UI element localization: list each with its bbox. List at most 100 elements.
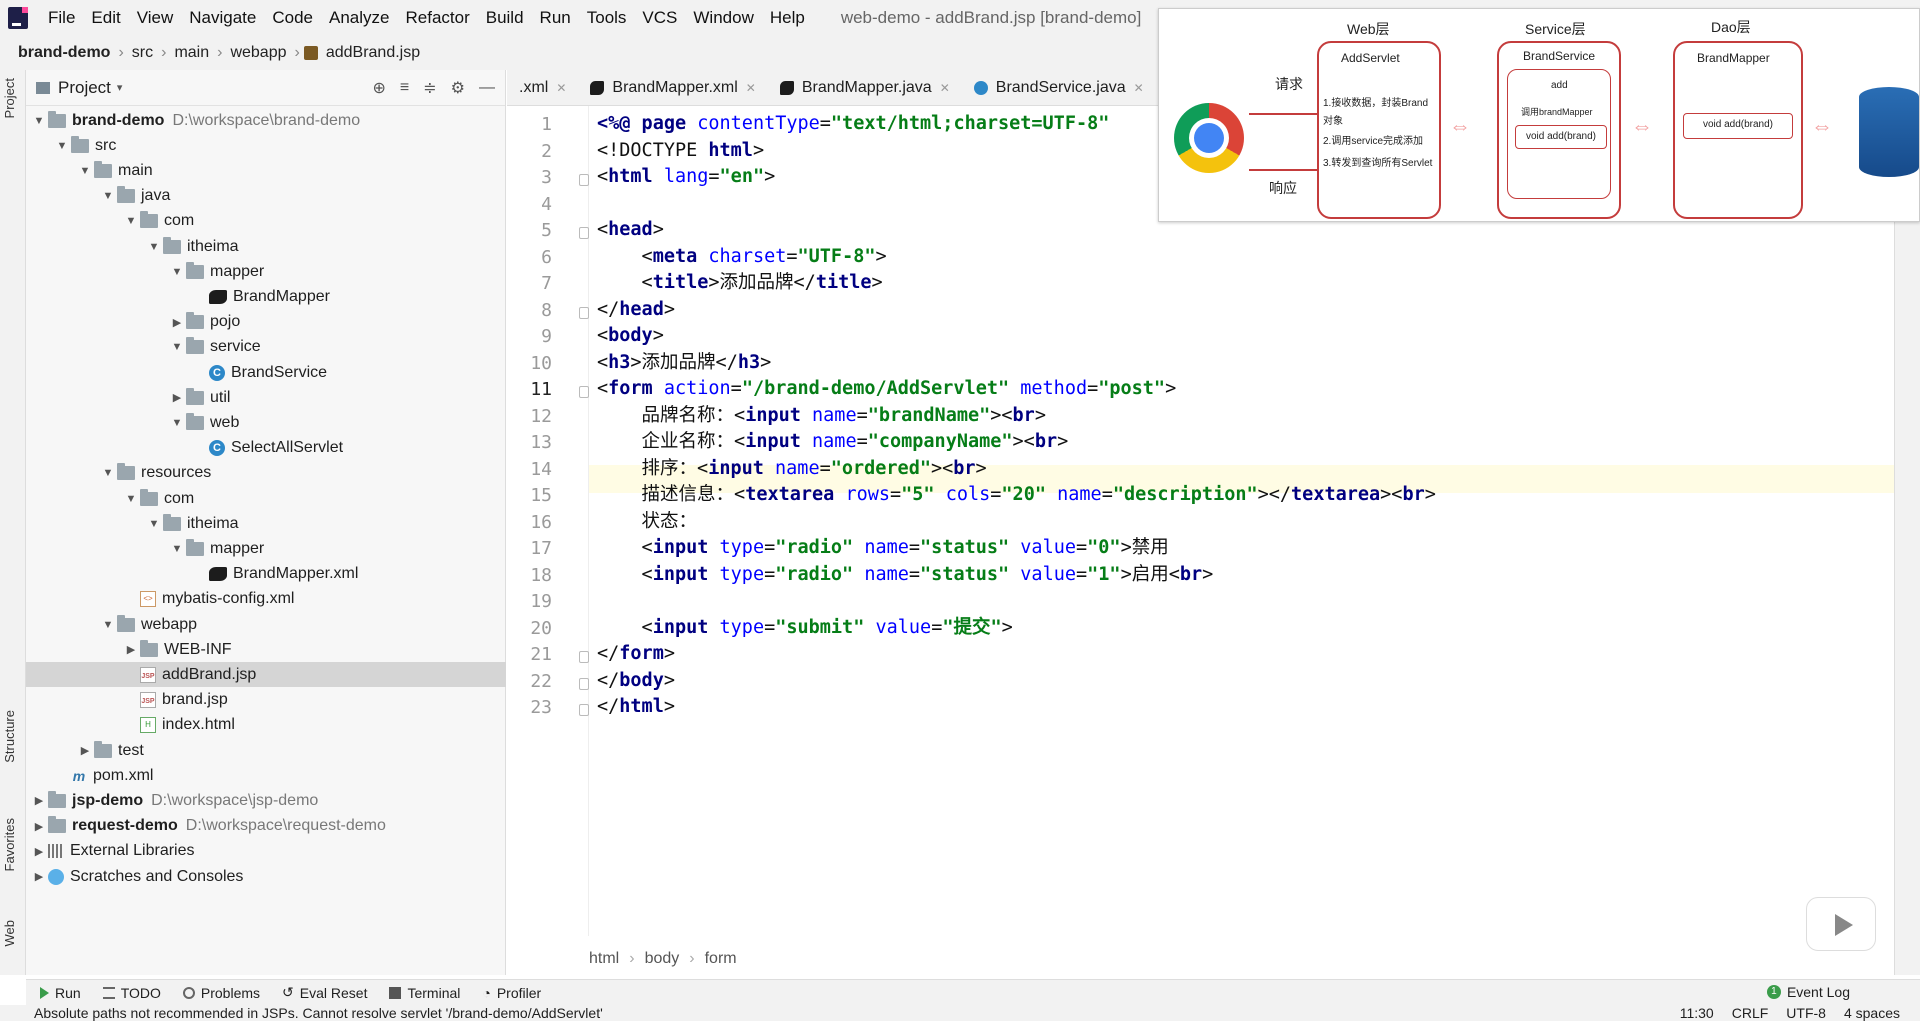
menu-run[interactable]: Run [532,8,579,28]
indent-setting[interactable]: 4 spaces [1844,1005,1900,1021]
tab-brandmapper-java[interactable]: BrandMapper.java ✕ [768,70,962,106]
tree-item[interactable]: C SelectAllServlet [26,436,506,461]
code-line[interactable]: </html> [597,693,675,721]
chevron-right-icon[interactable]: ▶ [30,820,48,833]
problems-tool-button[interactable]: Problems [182,985,260,1001]
code-line[interactable]: 状态： [597,508,698,536]
project-panel-title[interactable]: Project [58,78,111,98]
chevron-right-icon[interactable]: ▶ [76,744,94,757]
tree-item[interactable]: ▼ com [26,486,506,511]
fold-icon[interactable] [579,651,589,663]
menu-help[interactable]: Help [762,8,813,28]
chevron-down-icon[interactable]: ▼ [99,190,117,202]
code-crumb-html[interactable]: html [589,950,619,968]
tree-item[interactable]: <> mybatis-config.xml [26,587,506,612]
play-video-button[interactable] [1806,897,1876,951]
code-line[interactable]: <body> [597,322,664,350]
tree-item[interactable]: ▶ util [26,385,506,410]
chevron-down-icon[interactable]: ▼ [145,518,163,530]
code-crumb-form[interactable]: form [705,950,737,968]
chevron-down-icon[interactable]: ▼ [145,241,163,253]
tree-item[interactable]: m pom.xml [26,763,506,788]
fold-icon[interactable] [579,174,589,186]
code-crumb-body[interactable]: body [645,950,680,968]
tab-brandservice-java[interactable]: BrandService.java ✕ [962,70,1156,106]
event-log-button[interactable]: 1 Event Log [1766,979,1850,1005]
chevron-down-icon[interactable]: ▼ [122,493,140,505]
file-encoding[interactable]: UTF-8 [1786,1005,1826,1021]
fold-icon[interactable] [579,677,589,690]
caret-position[interactable]: 11:30 [1680,1005,1714,1021]
code-line[interactable]: <head> [597,216,664,244]
web-tool-button[interactable]: Web [2,920,17,947]
code-line[interactable]: </body> [597,667,675,695]
structure-tool-button[interactable]: Structure [2,710,17,763]
code-line[interactable]: <form action="/brand-demo/AddServlet" me… [597,375,1176,403]
chevron-down-icon[interactable]: ▼ [53,140,71,152]
tree-item[interactable]: ▼ mapper [26,259,506,284]
menu-tools[interactable]: Tools [579,8,635,28]
menu-edit[interactable]: Edit [83,8,128,28]
tree-item[interactable]: ▼ webapp [26,612,506,637]
crumb-project[interactable]: brand-demo [14,44,114,62]
close-icon[interactable]: ✕ [556,81,566,95]
tree-item[interactable]: ▼ resources [26,461,506,486]
tree-item[interactable]: Hindex.html [26,713,506,738]
terminal-tool-button[interactable]: Terminal [389,985,460,1001]
tree-item[interactable]: JSP brand.jsp [26,688,506,713]
close-icon[interactable]: ✕ [1134,81,1144,95]
fold-icon[interactable] [579,386,589,398]
tree-item[interactable]: BrandMapper.xml [26,562,506,587]
tree-item[interactable]: ▼ service [26,335,506,360]
chevron-down-icon[interactable]: ▼ [168,417,186,429]
menu-view[interactable]: View [129,8,182,28]
tree-item[interactable]: ▼ itheima [26,511,506,536]
chevron-down-icon[interactable]: ▼ [122,215,140,227]
code-line[interactable]: <html lang="en"> [597,163,775,191]
menu-analyze[interactable]: Analyze [321,8,397,28]
collapse-all-icon[interactable]: ≑ [423,78,436,98]
tree-item[interactable]: BrandMapper [26,284,506,309]
fold-icon[interactable] [579,227,589,239]
tab-brandmapper-xml[interactable]: BrandMapper.xml ✕ [578,70,767,106]
crumb-main[interactable]: main [170,44,213,62]
menu-navigate[interactable]: Navigate [181,8,264,28]
chevron-down-icon[interactable]: ▼ [76,165,94,177]
menu-window[interactable]: Window [685,8,761,28]
code-line[interactable]: <input type="radio" name="status" value=… [597,534,1169,562]
code-line[interactable]: <input type="submit" value="提交"> [597,614,1013,642]
code-line[interactable]: <h3>添加品牌</h3> [597,349,771,377]
chevron-right-icon[interactable]: ▶ [122,643,140,656]
tree-item[interactable]: ▶ request-demo D:\workspace\request-demo [26,814,506,839]
chevron-down-icon[interactable]: ▼ [99,467,117,479]
profiler-tool-button[interactable]: ◔ Profiler [482,985,541,1001]
favorites-tool-button[interactable]: Favorites [2,818,17,871]
code-line[interactable]: 品牌名称：<input name="brandName"><br> [597,402,1046,430]
tree-item[interactable]: ▼ java [26,184,506,209]
chevron-down-icon[interactable]: ▼ [30,115,48,127]
chevron-down-icon[interactable]: ▾ [117,81,123,94]
chevron-right-icon[interactable]: ▶ [30,794,48,807]
tree-item[interactable]: JSP addBrand.jsp [26,662,506,688]
run-tool-button[interactable]: Run [40,985,81,1001]
chevron-right-icon[interactable]: ▶ [30,870,48,883]
chevron-right-icon[interactable]: ▶ [168,391,186,404]
hide-panel-icon[interactable]: — [479,79,495,97]
tree-item[interactable]: ▼ com [26,209,506,234]
chevron-right-icon[interactable]: ▶ [168,316,186,329]
gear-icon[interactable]: ⚙ [451,78,465,98]
locate-icon[interactable]: ⊕ [373,78,386,98]
menu-refactor[interactable]: Refactor [397,8,477,28]
code-line[interactable]: 企业名称：<input name="companyName"><br> [597,428,1069,456]
code-line[interactable]: <title>添加品牌</title> [597,269,883,297]
menu-build[interactable]: Build [478,8,532,28]
fold-icon[interactable] [579,704,589,716]
chevron-down-icon[interactable]: ▼ [168,266,186,278]
close-icon[interactable]: ✕ [746,81,756,95]
chevron-down-icon[interactable]: ▼ [99,619,117,631]
line-separator[interactable]: CRLF [1732,1005,1769,1021]
tree-item[interactable]: C BrandService [26,360,506,385]
menu-code[interactable]: Code [264,8,321,28]
crumb-webapp[interactable]: webapp [226,44,290,62]
fold-icon[interactable] [579,306,589,319]
